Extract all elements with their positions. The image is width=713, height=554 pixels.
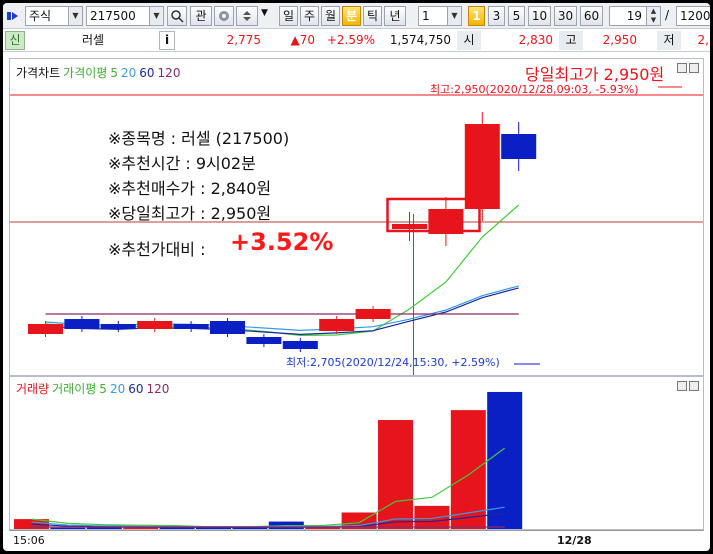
chart-window: 주식 ▼ 217500 ▼ 관 ▼ 일 주 월 분 틱 년 1 ▼ 1 3 5 … — [3, 3, 710, 551]
scroll-updown-button[interactable] — [236, 6, 258, 26]
magnifier-icon — [171, 10, 184, 23]
interval-select-value: 1 — [422, 9, 430, 23]
chevron-down-icon[interactable]: ▼ — [68, 7, 82, 25]
info-icon: i — [164, 33, 170, 47]
count-value: 19 — [626, 9, 642, 23]
period-tick-button[interactable]: 틱 — [363, 6, 382, 26]
settings-button[interactable] — [214, 6, 234, 26]
price-pane: 가격차트 가격이평 5 20 60 120 당일최고가 2,950원 최고:2,950(2… — [9, 58, 704, 376]
period-year-button[interactable]: 년 — [384, 6, 406, 26]
period-week-button[interactable]: 주 — [300, 6, 319, 26]
candle-body — [282, 341, 318, 349]
x-axis-date: 12/28 — [557, 534, 592, 547]
stock-name: 러셀 — [81, 33, 105, 47]
candle-body — [392, 224, 427, 229]
interval-10-button[interactable]: 10 — [528, 6, 551, 26]
quote-bar: 신 러셀 i 2,775 ▲70 +2.59% 1,574,750 시 2,83… — [3, 29, 710, 52]
total-count-input[interactable]: 1200 — [676, 6, 710, 26]
period-day-button[interactable]: 일 — [279, 6, 298, 26]
open-price: 2,830 — [518, 33, 553, 47]
x-axis: 15:06 12/28 — [9, 530, 704, 550]
candle-body — [173, 324, 209, 329]
low-label: 저 — [657, 31, 681, 50]
stock-code-input[interactable]: 217500 ▼ — [86, 6, 164, 26]
high-price: 2,950 — [602, 33, 637, 47]
price-change-pct: +2.59% — [326, 33, 375, 47]
total-count-value: 1200 — [680, 9, 710, 23]
candle-body — [501, 134, 537, 159]
candle-body — [464, 124, 500, 209]
market-select-value: 주식 — [29, 9, 52, 23]
interval-30-button[interactable]: 30 — [554, 6, 577, 26]
stepper-arrows-icon[interactable]: ▲ ▼ — [646, 7, 660, 25]
volume-bar — [50, 527, 86, 529]
ma20-line — [45, 285, 519, 331]
candle-body — [100, 324, 136, 329]
toolbar-grip-icon[interactable] — [6, 9, 20, 23]
count-stepper[interactable]: 19 ▲ ▼ — [609, 6, 661, 26]
volume-pane: 거래량 거래이평 5 20 60 120 — [9, 376, 704, 530]
volume-value: 1,574,750 — [389, 33, 451, 47]
high-label: 고 — [559, 31, 583, 50]
volume-bar — [414, 505, 450, 529]
interval-3-button[interactable]: 3 — [488, 6, 505, 26]
stock-code-value: 217500 — [90, 9, 136, 23]
toolbar-more-icon[interactable]: ▼ — [261, 8, 268, 18]
toolbar: 주식 ▼ 217500 ▼ 관 ▼ 일 주 월 분 틱 년 1 ▼ 1 3 5 … — [3, 3, 710, 29]
low-price: 2, — [697, 33, 709, 47]
price-change: ▲70 — [290, 33, 316, 47]
price-chart-svg[interactable] — [10, 59, 703, 375]
gear-icon — [219, 11, 229, 21]
candle-body — [210, 321, 245, 334]
interval-60-button[interactable]: 60 — [580, 6, 603, 26]
volume-bar — [378, 420, 413, 529]
period-minute-button[interactable]: 분 — [342, 6, 361, 26]
credit-tag: 신 — [5, 31, 25, 50]
x-axis-start-time: 15:06 — [13, 534, 45, 547]
chevron-down-icon[interactable]: ▼ — [447, 7, 461, 25]
interval-1-button[interactable]: 1 — [468, 6, 485, 26]
current-price: 2,775 — [226, 33, 261, 47]
volume-chart-svg[interactable] — [10, 377, 703, 529]
chevron-down-icon[interactable]: ▼ — [149, 7, 163, 25]
interval-5-button[interactable]: 5 — [508, 6, 525, 26]
period-month-button[interactable]: 월 — [321, 6, 340, 26]
info-button[interactable]: i — [159, 31, 175, 50]
candle-body — [355, 309, 391, 319]
candle-body — [246, 337, 282, 344]
volume-bar — [487, 391, 523, 529]
search-button[interactable] — [167, 6, 187, 26]
interval-select[interactable]: 1 ▼ — [418, 6, 462, 26]
count-separator: / — [665, 8, 670, 22]
candle-body — [137, 321, 173, 329]
market-select[interactable]: 주식 ▼ — [25, 6, 83, 26]
open-label: 시 — [457, 31, 481, 50]
candle-body — [64, 319, 100, 329]
updown-arrows-icon — [243, 11, 251, 21]
watchlist-button[interactable]: 관 — [190, 6, 212, 26]
candle-body — [28, 324, 63, 334]
candle-body — [319, 319, 355, 331]
